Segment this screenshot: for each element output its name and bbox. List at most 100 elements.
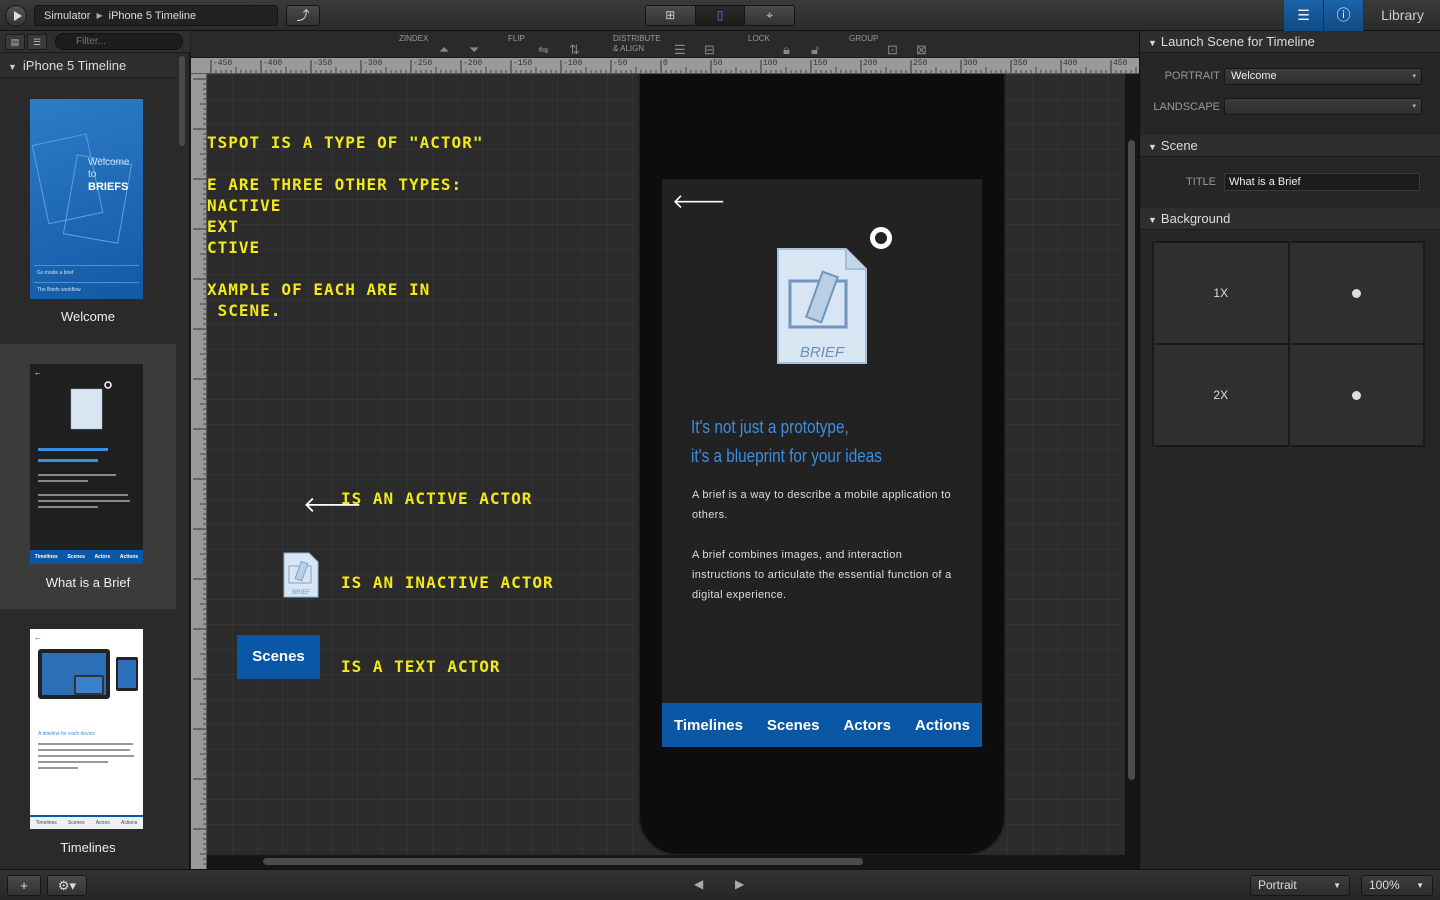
scene-name: What is a Brief <box>45 575 131 590</box>
thumb-content-icon: ← <box>34 368 130 508</box>
thumb-tab-bar: Timelines Scenes Actors Actions <box>30 815 143 829</box>
send-backward-icon[interactable]: ⏷ <box>469 42 479 58</box>
background-header[interactable]: ▼ Background <box>1140 208 1440 230</box>
ruler-label: 100 <box>763 59 778 68</box>
back-arrow-icon[interactable]: 🡐 <box>672 189 726 214</box>
inspector-panel: ▼ Launch Scene for Timeline PORTRAIT Welc… <box>1139 31 1440 869</box>
canvas-note[interactable]: TSPOT IS A TYPE OF "ACTOR" <box>207 132 483 153</box>
bottom-bar: + ⚙▾ ◀ ▶ Portrait ▼ 100% ▼ <box>0 869 1440 900</box>
zoom-select[interactable]: 100% ▼ <box>1361 875 1433 896</box>
flip-vertical-icon[interactable]: ⇅ <box>569 42 580 58</box>
play-button[interactable] <box>5 5 27 27</box>
lock-icon[interactable]: 🔒︎ <box>783 42 790 58</box>
scene-list: Welcome to BRIEFS Go inside a brief The B… <box>0 79 176 869</box>
distribute-icon[interactable]: ☰ <box>674 42 686 58</box>
share-button[interactable]: ⤴ <box>286 5 320 26</box>
disclosure-triangle-icon[interactable]: ▼ <box>1148 38 1157 48</box>
ungroup-icon[interactable]: ⊠ <box>916 42 927 58</box>
filter-input[interactable] <box>55 33 183 50</box>
canvas-note[interactable]: E ARE THREE OTHER TYPES: NACTIVE EXT CTI… <box>207 174 462 258</box>
settings-menu-button[interactable]: ⚙▾ <box>47 875 87 896</box>
breadcrumb-simulator[interactable]: Simulator <box>44 10 90 22</box>
scene-thumbnail-timelines: ← A timeline for each device Timelines S… <box>30 629 143 829</box>
chevron-down-icon: ▾ <box>1412 73 1416 80</box>
breadcrumb-timeline[interactable]: iPhone 5 Timeline <box>109 10 196 22</box>
list-inspector-button[interactable]: ☰ <box>1284 0 1324 31</box>
device-screen: 🡐 BRIEF It's not just a prototype, it's a… <box>662 179 982 747</box>
unlock-icon[interactable]: 🔓︎ <box>811 42 819 58</box>
canvas-note[interactable]: XAMPLE OF EACH ARE IN SCENE. <box>207 279 430 321</box>
hierarchy-view-button[interactable]: ⊞ <box>646 6 696 25</box>
library-button[interactable]: Library <box>1365 0 1440 31</box>
breadcrumb[interactable]: Simulator ▶ iPhone 5 Timeline <box>34 5 278 26</box>
launch-scene-header[interactable]: ▼ Launch Scene for Timeline <box>1140 31 1440 53</box>
brief-document-icon: BRIEF <box>777 248 867 364</box>
orientation-select[interactable]: Portrait ▼ <box>1250 875 1350 896</box>
landscape-select[interactable]: ▾ <box>1224 98 1422 115</box>
legend-inactive: IS AN INACTIVE ACTOR <box>341 573 554 592</box>
ruler-label: -50 <box>613 59 628 68</box>
bg-2x-drop-well[interactable] <box>1288 344 1424 446</box>
scene-item-welcome[interactable]: Welcome to BRIEFS Go inside a brief The B… <box>0 79 176 344</box>
crosshair-view-button[interactable]: ⌖ <box>745 6 794 25</box>
scene-item-timelines[interactable]: ← A timeline for each device Timelines S… <box>0 609 176 869</box>
disclosure-triangle-icon[interactable]: ▼ <box>8 62 17 72</box>
align-icon[interactable]: ⊟ <box>704 42 715 58</box>
svg-text:←: ← <box>34 633 42 642</box>
scene-header[interactable]: ▼ Scene <box>1140 135 1440 157</box>
add-scene-button[interactable]: + <box>7 875 41 896</box>
hierarchy-icon: ⊞ <box>665 8 676 22</box>
app-window: Simulator ▶ iPhone 5 Timeline ⤴ ⊞ ▯ ⌖ ☰ … <box>0 0 1440 900</box>
ruler-label: 150 <box>813 59 828 68</box>
text-actor-example[interactable]: Scenes <box>237 635 320 679</box>
design-canvas[interactable]: TSPOT IS A TYPE OF "ACTOR" E ARE THREE O… <box>207 74 1125 855</box>
ruler-label: -300 <box>363 59 383 68</box>
scene-name: Welcome <box>61 309 115 324</box>
ruler-label: 50 <box>713 59 723 68</box>
tab-timelines[interactable]: Timelines <box>674 717 743 734</box>
bring-forward-icon[interactable]: ⏶ <box>439 42 449 58</box>
tab-actors[interactable]: Actors <box>843 717 891 734</box>
list-view-button[interactable]: ☰ <box>27 34 47 50</box>
scene-item-what-is-a-brief[interactable]: ← Timelines Scenes Actors Actions What i… <box>0 344 176 609</box>
ruler-label: 250 <box>913 59 928 68</box>
hotspot-circle[interactable] <box>870 227 892 249</box>
ruler-label: 300 <box>963 59 978 68</box>
canvas-vertical-scrollbar[interactable] <box>1128 140 1135 780</box>
ruler-label: -150 <box>513 59 533 68</box>
grid-icon: ▤ <box>10 37 20 47</box>
crosshair-icon: ⌖ <box>766 8 774 22</box>
sidebar-scrollbar[interactable] <box>179 56 185 146</box>
ruler-label: 400 <box>1063 59 1078 68</box>
next-scene-icon[interactable]: ▶ <box>735 877 744 891</box>
previous-scene-icon[interactable]: ◀ <box>694 877 703 891</box>
phone-icon: ▯ <box>716 8 724 22</box>
canvas-horizontal-scrollbar[interactable] <box>263 858 863 865</box>
inactive-actor-doc-icon[interactable]: BRIEF <box>283 552 319 598</box>
distribute-align-label: DISTRIBUTE & ALIGN <box>613 34 661 53</box>
flip-horizontal-icon[interactable]: ⇋ <box>538 42 549 58</box>
grid-view-button[interactable]: ▤ <box>5 34 25 50</box>
portrait-select[interactable]: Welcome ▾ <box>1224 68 1422 85</box>
timeline-header[interactable]: ▼ iPhone 5 Timeline <box>0 54 176 78</box>
landscape-label: LANDSCAPE <box>1153 101 1220 113</box>
info-icon: ⓘ <box>1336 7 1351 23</box>
group-icon[interactable]: ⊡ <box>887 42 898 58</box>
thumb-row: The Briefs workflow <box>34 282 139 296</box>
gear-icon: ⚙▾ <box>57 878 77 893</box>
portrait-label: PORTRAIT <box>1164 70 1220 82</box>
devices-illustration-icon: ← A timeline for each device <box>34 633 138 769</box>
disclosure-triangle-icon[interactable]: ▼ <box>1148 215 1157 225</box>
svg-text:BRIEF: BRIEF <box>292 590 310 596</box>
bg-1x-drop-well[interactable] <box>1288 242 1424 344</box>
timeline-title: iPhone 5 Timeline <box>22 58 127 73</box>
legend-text: IS A TEXT ACTOR <box>341 657 501 676</box>
horizontal-ruler: -450 -400 -350 -300 -250 -200 -150 -100 -50 0 50 10… <box>191 58 1139 74</box>
device-view-button[interactable]: ▯ <box>695 6 746 25</box>
scene-title-input[interactable]: What is a Brief <box>1224 173 1420 191</box>
tab-actions[interactable]: Actions <box>915 717 970 734</box>
tab-scenes[interactable]: Scenes <box>767 717 820 734</box>
info-inspector-button[interactable]: ⓘ <box>1324 0 1364 31</box>
disclosure-triangle-icon[interactable]: ▼ <box>1148 142 1157 152</box>
thumb-welcome-text: Welcome to <box>88 157 130 180</box>
